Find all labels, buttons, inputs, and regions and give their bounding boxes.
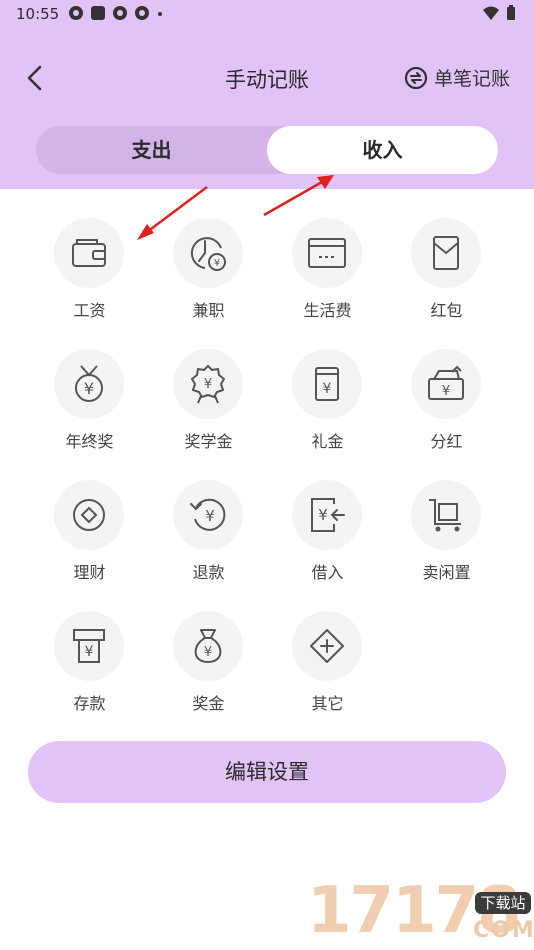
category-label: 红包: [430, 301, 463, 320]
category-icon-bg: ¥: [54, 611, 124, 681]
borrow-icon: ¥: [311, 498, 345, 532]
annotation-arrow-left: [146, 186, 208, 233]
award-badge-icon: ¥: [191, 365, 225, 404]
category-item[interactable]: ¥ 年终奖: [30, 346, 149, 476]
category-item[interactable]: 其它: [268, 608, 387, 738]
category-label: 分红: [430, 432, 463, 451]
category-item[interactable]: ¥ 存款: [30, 608, 149, 738]
deposit-icon: ¥: [73, 629, 105, 663]
money-bag-icon: ¥: [194, 629, 222, 664]
category-icon-bg: ¥: [292, 480, 362, 550]
medal-yen-icon: ¥: [75, 365, 103, 402]
svg-text:¥: ¥: [84, 379, 94, 398]
category-icon-bg: ¥: [54, 349, 124, 419]
svg-text:¥: ¥: [205, 507, 215, 525]
annotation-arrowhead-left: [137, 224, 154, 240]
coin-icon: [73, 499, 105, 531]
category-icon-bg: [292, 611, 362, 681]
category-label: 退款: [192, 563, 225, 582]
category-label: 礼金: [311, 432, 344, 451]
category-label: 年终奖: [65, 432, 114, 451]
svg-text:¥: ¥: [442, 384, 450, 399]
category-label: 理财: [73, 563, 106, 582]
svg-text:¥: ¥: [85, 644, 94, 660]
category-item[interactable]: ¥ 借入: [268, 477, 387, 607]
category-item[interactable]: ¥ 分红: [387, 346, 506, 476]
category-label: 奖学金: [184, 432, 233, 451]
category-icon-bg: [411, 480, 481, 550]
category-label: 存款: [73, 694, 106, 713]
watermark: 17178 下载站 COM: [305, 868, 534, 950]
category-icon-bg: ¥: [292, 349, 362, 419]
annotation-arrow-right: [263, 180, 323, 217]
category-label: 借入: [311, 563, 344, 582]
annotation-arrows: [137, 175, 334, 240]
category-item[interactable]: ¥ 奖学金: [149, 346, 268, 476]
dividend-box-icon: ¥: [428, 365, 464, 400]
category-label: 卖闲置: [422, 563, 471, 582]
svg-text:¥: ¥: [318, 506, 328, 524]
category-item[interactable]: 理财: [30, 477, 149, 607]
category-icon-bg: ¥: [173, 480, 243, 550]
edit-settings-button[interactable]: 编辑设置: [28, 741, 506, 803]
watermark-suffix: COM: [473, 918, 534, 943]
category-label: 奖金: [192, 694, 225, 713]
category-icon-bg: ¥: [411, 349, 481, 419]
category-icon-bg: ¥: [173, 349, 243, 419]
category-icon-bg: [54, 480, 124, 550]
category-item[interactable]: ¥ 礼金: [268, 346, 387, 476]
category-label: 工资: [73, 301, 106, 320]
gift-envelope-icon: ¥: [315, 367, 339, 401]
watermark-badge: 下载站: [475, 892, 531, 914]
category-icon-bg: ¥: [173, 611, 243, 681]
svg-text:¥: ¥: [204, 377, 212, 392]
category-label: 其它: [311, 694, 344, 713]
svg-text:¥: ¥: [323, 381, 332, 397]
refund-icon: ¥: [190, 498, 226, 531]
category-item[interactable]: ¥ 退款: [149, 477, 268, 607]
category-item[interactable]: ¥ 奖金: [149, 608, 268, 738]
cart-icon: [429, 499, 461, 532]
svg-text:¥: ¥: [204, 645, 212, 660]
diamond-plus-icon: [310, 629, 344, 663]
category-item[interactable]: 卖闲置: [387, 477, 506, 607]
category-label: 生活费: [303, 301, 352, 320]
category-label: 兼职: [192, 301, 225, 320]
